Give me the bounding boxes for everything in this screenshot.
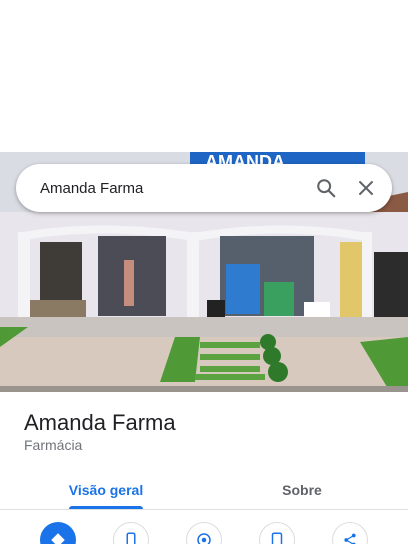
blank-area [0, 0, 408, 152]
search-icon[interactable] [306, 168, 346, 208]
action-row [0, 522, 408, 544]
share-icon [344, 533, 356, 544]
tab-overview[interactable]: Visão geral [54, 470, 158, 510]
save-icon [271, 532, 283, 544]
close-icon[interactable] [346, 168, 386, 208]
phone-icon [126, 532, 136, 544]
directions-button[interactable] [40, 522, 76, 544]
directions-icon [51, 533, 65, 544]
place-name: Amanda Farma [24, 410, 176, 435]
share-button[interactable] [332, 522, 368, 544]
call-button[interactable] [113, 522, 149, 544]
tab-about[interactable]: Sobre [250, 470, 354, 510]
nearby-button[interactable] [186, 522, 222, 544]
place-category[interactable]: Farmácia [24, 437, 82, 453]
tab-bar: Visão geral Sobre [0, 470, 408, 510]
search-bar[interactable]: Amanda Farma [16, 164, 392, 212]
search-input[interactable]: Amanda Farma [16, 180, 306, 197]
tab-selected-indicator [69, 506, 143, 509]
save-button[interactable] [259, 522, 295, 544]
location-icon [197, 533, 211, 544]
